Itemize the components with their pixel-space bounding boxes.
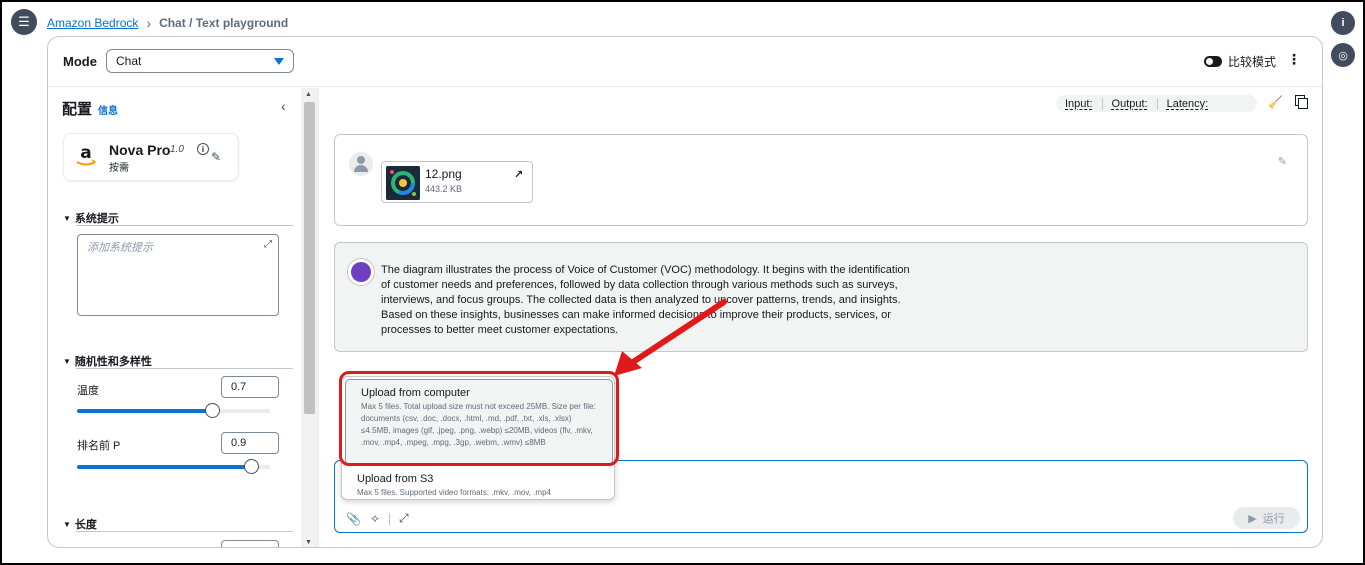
top-p-slider[interactable] bbox=[77, 459, 270, 474]
clear-chat-icon[interactable]: 🧹 bbox=[1268, 95, 1283, 109]
randomness-heading: 随机性和多样性 bbox=[74, 356, 152, 368]
system-prompt-section[interactable]: ▼ 系统提示 bbox=[63, 210, 293, 226]
scroll-down-icon[interactable]: ▼ bbox=[305, 539, 312, 546]
model-info-icon[interactable]: i bbox=[197, 143, 209, 155]
highlight-annotation bbox=[339, 371, 619, 466]
compare-mode-toggle[interactable]: 比较模式 bbox=[1203, 53, 1276, 70]
upload-s3-desc: Max 5 files. Supported video formats: .m… bbox=[357, 488, 551, 497]
composer-toolbar: 📎 ✧ ⤢ bbox=[346, 511, 409, 526]
breadcrumb: Amazon Bedrock › Chat / Text playground bbox=[47, 15, 288, 31]
top-p-input[interactable]: 0.9 bbox=[221, 432, 279, 454]
scroll-up-icon[interactable]: ▲ bbox=[305, 91, 312, 98]
caret-down-icon: ▼ bbox=[63, 356, 71, 366]
system-prompt-placeholder: 添加系统提示 bbox=[87, 242, 153, 254]
compare-mode-label: 比较模式 bbox=[1227, 55, 1276, 69]
menu-icon[interactable]: ☰ bbox=[11, 9, 37, 35]
config-title: 配置 bbox=[62, 101, 93, 118]
top-p-slider-thumb[interactable] bbox=[243, 459, 259, 474]
file-name: 12.png bbox=[425, 167, 462, 181]
copy-icon[interactable] bbox=[1295, 95, 1308, 109]
top-p-slider-fill bbox=[77, 465, 251, 469]
system-prompt-input[interactable]: 添加系统提示 ⤢ bbox=[77, 234, 279, 316]
mode-select[interactable]: Chat bbox=[106, 49, 294, 73]
length-section[interactable]: ▼ 长度 bbox=[63, 516, 293, 532]
randomness-section[interactable]: ▼ 随机性和多样性 bbox=[63, 353, 293, 369]
breadcrumb-current: Chat / Text playground bbox=[159, 16, 289, 30]
amazon-logo-icon: a bbox=[76, 143, 97, 166]
model-pricing: 按需 bbox=[109, 163, 129, 174]
metric-output[interactable]: Output: bbox=[1103, 97, 1158, 110]
mode-label: Mode bbox=[63, 54, 97, 69]
settings-icon[interactable]: ◎ bbox=[1331, 43, 1355, 67]
file-size: 443.2 KB bbox=[425, 184, 463, 194]
section-divider bbox=[76, 368, 293, 369]
run-button[interactable]: ▶ 运行 bbox=[1233, 507, 1300, 529]
metric-input[interactable]: Input: bbox=[1056, 97, 1103, 110]
model-card[interactable]: a Nova Pro 1.0 按需 i ✎ bbox=[63, 133, 239, 181]
length-heading: 长度 bbox=[74, 519, 97, 531]
mode-select-value: Chat bbox=[116, 54, 142, 68]
svg-text:a: a bbox=[80, 143, 91, 163]
expand-icon[interactable]: ⤢ bbox=[264, 239, 272, 250]
run-button-label: 运行 bbox=[1262, 513, 1285, 525]
mode-bar: Mode Chat 比较模式 ⋮ bbox=[48, 37, 1322, 87]
attached-file-card[interactable]: 12.png 443.2 KB ↗ bbox=[381, 161, 533, 203]
more-options-icon[interactable]: ⋮ bbox=[1287, 52, 1301, 66]
metrics-bar: Input: Output: Latency: bbox=[1056, 95, 1257, 112]
attach-file-icon[interactable]: 📎 bbox=[346, 512, 361, 526]
system-prompt-heading: 系统提示 bbox=[74, 213, 119, 225]
edit-message-icon[interactable]: ✎ bbox=[1278, 155, 1287, 168]
assistant-message: The diagram illustrates the process of V… bbox=[334, 242, 1308, 352]
config-scrollbar[interactable]: ▲ ▼ bbox=[301, 88, 318, 547]
chevron-right-icon: › bbox=[146, 15, 152, 31]
temperature-slider-fill bbox=[77, 409, 213, 413]
breadcrumb-root-link[interactable]: Amazon Bedrock bbox=[47, 16, 138, 30]
edit-model-icon[interactable]: ✎ bbox=[211, 150, 221, 164]
toggle-switch-icon[interactable] bbox=[1203, 56, 1222, 67]
expand-icon[interactable]: ⤢ bbox=[399, 511, 409, 526]
temperature-slider[interactable] bbox=[77, 403, 270, 418]
collapse-panel-icon[interactable]: ‹ bbox=[281, 98, 286, 114]
play-icon: ▶ bbox=[1248, 512, 1257, 525]
model-name: Nova Pro bbox=[109, 142, 171, 158]
magic-wand-icon[interactable]: ✧ bbox=[370, 512, 380, 526]
upload-s3-title: Upload from S3 bbox=[357, 473, 434, 485]
section-divider bbox=[76, 531, 293, 532]
config-panel: 配置 信息 ‹ a Nova Pro 1.0 按需 i ✎ ▼ 系统提示 添加系… bbox=[48, 88, 301, 547]
info-icon[interactable]: i bbox=[1331, 11, 1355, 35]
max-length-input[interactable] bbox=[221, 540, 279, 547]
user-message: 12.png 443.2 KB ↗ ✎ bbox=[334, 134, 1308, 226]
scrollbar-thumb[interactable] bbox=[304, 102, 315, 414]
file-thumbnail-image bbox=[386, 166, 420, 200]
temperature-label: 温度 bbox=[77, 385, 99, 397]
toolbar-divider bbox=[389, 512, 391, 525]
upload-from-s3-option[interactable]: Upload from S3 Max 5 files. Supported vi… bbox=[342, 469, 614, 499]
user-avatar-icon bbox=[349, 152, 373, 176]
caret-down-icon bbox=[274, 57, 284, 65]
top-p-label: 排名前 P bbox=[77, 440, 121, 452]
caret-down-icon: ▼ bbox=[63, 519, 71, 529]
assistant-avatar-badge bbox=[351, 262, 371, 282]
assistant-avatar-icon bbox=[347, 258, 375, 286]
model-version: 1.0 bbox=[170, 144, 184, 155]
playground-card: Mode Chat 比较模式 ⋮ 配置 信息 ‹ a Nova Pro 1.0 … bbox=[47, 36, 1323, 548]
info-link[interactable]: 信息 bbox=[98, 102, 118, 117]
caret-down-icon: ▼ bbox=[63, 213, 71, 223]
external-link-icon[interactable]: ↗ bbox=[514, 168, 523, 181]
section-divider bbox=[76, 225, 293, 226]
metric-latency[interactable]: Latency: bbox=[1158, 98, 1218, 110]
red-arrow-annotation bbox=[614, 299, 727, 376]
panel-divider bbox=[318, 88, 319, 547]
temperature-slider-thumb[interactable] bbox=[205, 403, 221, 418]
temperature-input[interactable]: 0.7 bbox=[221, 376, 279, 398]
